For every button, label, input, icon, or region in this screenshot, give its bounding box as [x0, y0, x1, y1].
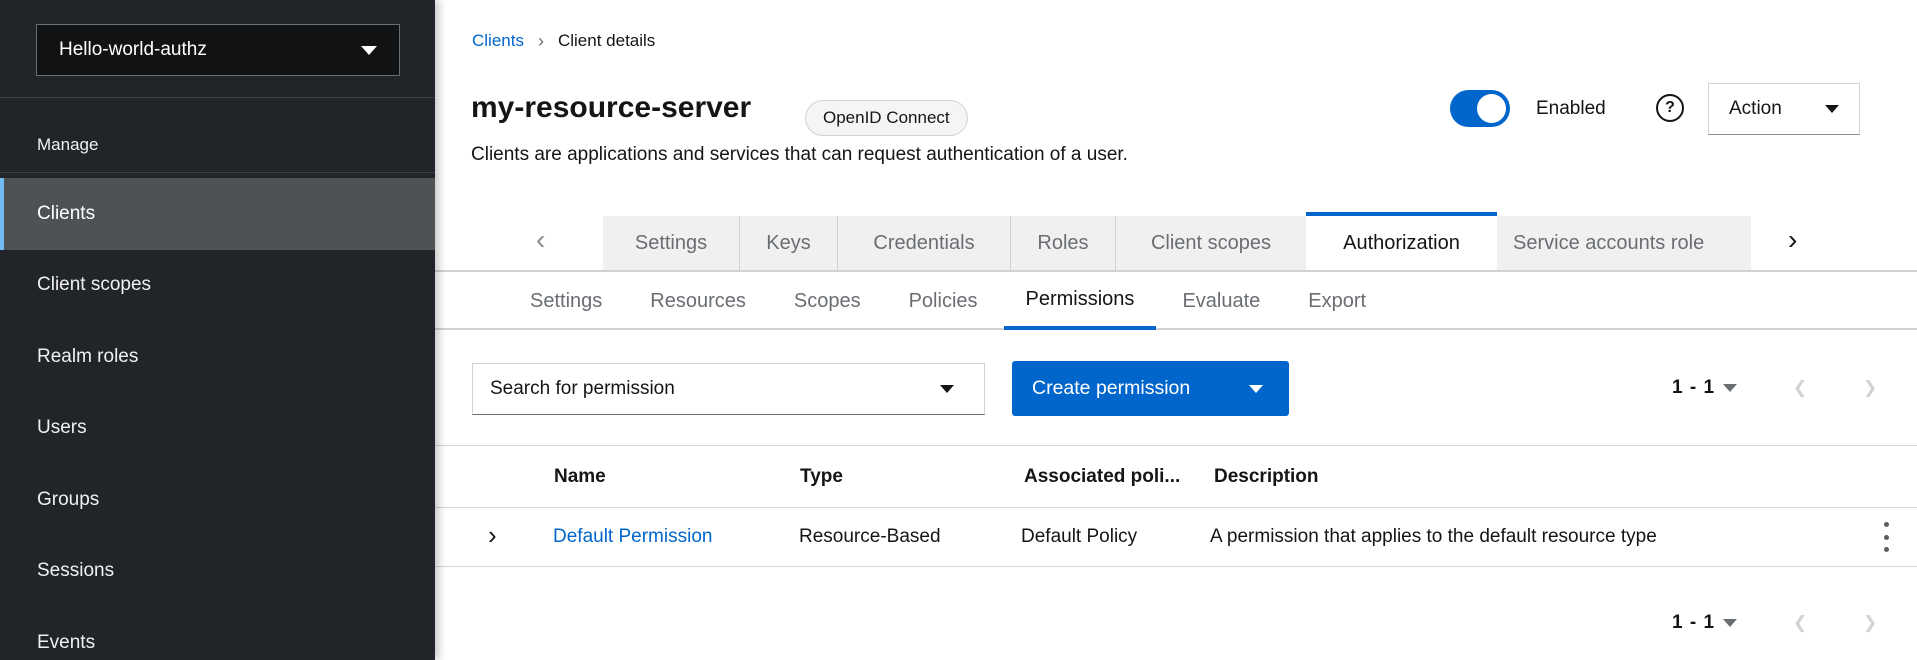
associated-policy-cell: Default Policy [1021, 508, 1137, 566]
permission-name-link[interactable]: Default Permission [553, 508, 712, 566]
tabs-scroll-right-icon[interactable]: › [1788, 224, 1797, 256]
sidebar-item-realm-roles[interactable]: Realm roles [0, 321, 435, 393]
pagination-options-caret-icon[interactable] [1723, 619, 1737, 627]
kebab-menu-icon[interactable] [1879, 522, 1893, 552]
sidebar-item-clients[interactable]: Clients [0, 178, 435, 250]
subtab-permissions[interactable]: Permissions [1004, 273, 1157, 330]
action-dropdown[interactable]: Action [1708, 83, 1860, 135]
breadcrumb-current: Client details [558, 31, 655, 51]
row-expand-chevron-icon[interactable]: › [488, 508, 497, 566]
pagination-options-caret-icon[interactable] [1723, 384, 1737, 392]
tab-authorization[interactable]: Authorization [1306, 212, 1497, 270]
sidebar-item-events[interactable]: Events [0, 607, 435, 660]
action-dropdown-label: Action [1729, 98, 1782, 120]
tab-settings[interactable]: Settings [603, 216, 739, 270]
enabled-toggle[interactable] [1450, 90, 1510, 127]
pagination-range: 1 - 1 [1672, 598, 1715, 648]
permission-description-cell: A permission that applies to the default… [1210, 508, 1657, 566]
subtab-policies[interactable]: Policies [887, 273, 1000, 330]
permission-type-cell: Resource-Based [799, 508, 941, 566]
enabled-label: Enabled [1536, 96, 1606, 121]
tabs-scroll-left-icon[interactable]: ‹ [536, 224, 545, 256]
sidebar: Hello-world-authz Manage Clients Client … [0, 0, 435, 660]
subtab-resources[interactable]: Resources [628, 273, 768, 330]
pagination-bottom: 1 - 1 ❮ ❯ [1650, 598, 1910, 648]
create-permission-button[interactable]: Create permission [1012, 361, 1289, 416]
sidebar-item-users[interactable]: Users [0, 393, 435, 465]
nav-section-title: Manage [37, 132, 98, 158]
sidebar-item-sessions[interactable]: Sessions [0, 536, 435, 608]
pagination-range: 1 - 1 [1672, 363, 1715, 413]
column-header-type: Type [800, 446, 843, 507]
tab-client-scopes[interactable]: Client scopes [1115, 216, 1306, 270]
realm-selector[interactable]: Hello-world-authz [36, 24, 400, 76]
page-description: Clients are applications and services th… [471, 143, 1128, 167]
subtab-evaluate[interactable]: Evaluate [1160, 273, 1282, 330]
chevron-down-icon [361, 46, 377, 55]
breadcrumb-clients-link[interactable]: Clients [472, 31, 524, 51]
search-permission-dropdown[interactable]: Search for permission [472, 363, 985, 415]
tabbar-divider [435, 270, 1917, 272]
search-permission-label: Search for permission [490, 378, 675, 400]
page-title: my-resource-server [471, 88, 751, 128]
chevron-down-icon [1249, 385, 1263, 393]
breadcrumb-separator-icon: › [538, 31, 544, 52]
tab-service-accounts-roles[interactable]: Service accounts role [1497, 216, 1751, 270]
column-header-associated-policy: Associated poli... [1024, 446, 1180, 507]
client-tabs: Settings Keys Credentials Roles Client s… [603, 212, 1751, 270]
sidebar-divider [0, 172, 435, 173]
pagination-next-icon[interactable]: ❯ [1863, 363, 1877, 413]
sidebar-nav: Clients Client scopes Realm roles Users … [0, 178, 435, 660]
subtab-settings[interactable]: Settings [508, 273, 624, 330]
help-icon[interactable]: ? [1656, 94, 1684, 122]
tab-credentials[interactable]: Credentials [837, 216, 1010, 270]
subtab-export[interactable]: Export [1286, 273, 1388, 330]
sidebar-item-client-scopes[interactable]: Client scopes [0, 250, 435, 322]
chevron-down-icon [940, 385, 954, 393]
pagination-prev-icon[interactable]: ❮ [1793, 363, 1807, 413]
sidebar-item-groups[interactable]: Groups [0, 464, 435, 536]
pagination-next-icon[interactable]: ❯ [1863, 598, 1877, 648]
keycloak-admin-console: Hello-world-authz Manage Clients Client … [0, 0, 1917, 660]
table-row-border [435, 566, 1917, 567]
pagination-top: 1 - 1 ❮ ❯ [1650, 363, 1910, 413]
column-header-name: Name [554, 446, 606, 507]
chevron-down-icon [1825, 105, 1839, 113]
column-header-description: Description [1214, 446, 1319, 507]
toggle-knob [1477, 94, 1506, 123]
realm-selector-value: Hello-world-authz [59, 39, 207, 61]
subtab-scopes[interactable]: Scopes [772, 273, 883, 330]
protocol-badge: OpenID Connect [805, 100, 968, 136]
tab-roles[interactable]: Roles [1010, 216, 1115, 270]
sidebar-divider [0, 97, 435, 98]
pagination-prev-icon[interactable]: ❮ [1793, 598, 1807, 648]
create-permission-label: Create permission [1032, 377, 1190, 400]
authorization-subtabs: Settings Resources Scopes Policies Permi… [508, 273, 1388, 330]
tab-keys[interactable]: Keys [739, 216, 837, 270]
breadcrumb: Clients › Client details [472, 30, 655, 52]
